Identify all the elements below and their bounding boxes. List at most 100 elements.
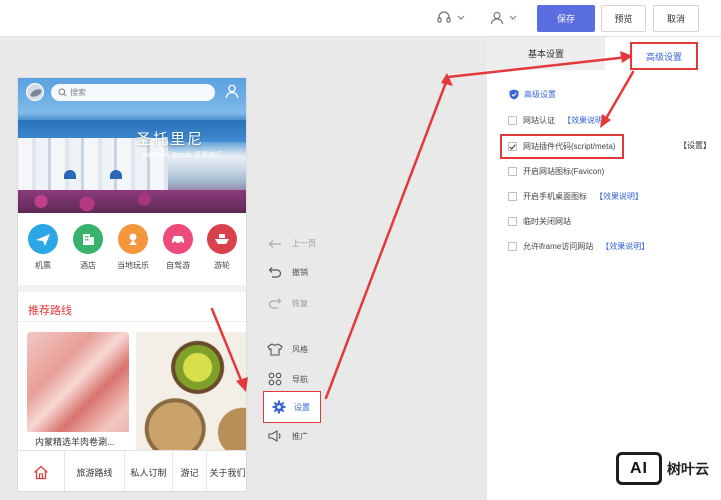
tool-label: 导航 (292, 374, 308, 384)
checkbox[interactable] (508, 217, 517, 226)
nav-item[interactable]: 游记 (173, 451, 207, 491)
logo-avatar[interactable] (26, 83, 44, 101)
megaphone-icon (266, 430, 284, 442)
checkbox[interactable] (508, 192, 517, 201)
checkbox[interactable] (508, 167, 517, 176)
nav-item[interactable]: 关于我们 (207, 451, 246, 491)
ai-logo: AI (616, 452, 662, 485)
watermark-brand: 树叶云 (667, 460, 709, 477)
route-card[interactable] (136, 332, 246, 450)
tool-label: 推广 (292, 431, 308, 441)
tool-label: 恢复 (292, 298, 308, 308)
user-icon[interactable] (225, 84, 239, 101)
check-icon (509, 143, 516, 150)
option-favicon[interactable]: 开启网站图标(Favicon) (508, 166, 604, 177)
redo-icon (266, 297, 284, 309)
banner-dome (64, 170, 76, 179)
effect-help-link[interactable]: 【效果说明】 (563, 115, 611, 126)
section-title: 高级设置 (509, 89, 556, 100)
banner-dome (110, 170, 122, 179)
quick-icon-car[interactable]: 自驾游 (156, 224, 200, 271)
redo-tool[interactable]: 恢复 (266, 297, 308, 309)
undo-tool[interactable]: 撤销 (266, 266, 308, 278)
quick-icon-label: 机票 (35, 261, 51, 270)
style-tool[interactable]: 风格 (266, 343, 308, 356)
effect-help-link[interactable]: 【效果说明】 (601, 241, 649, 252)
nav-tool[interactable]: 导航 (266, 372, 308, 386)
settings-tabs: 基本设置 高级设置 (487, 37, 721, 70)
user-icon (490, 11, 504, 25)
chevron-down-icon (509, 15, 517, 20)
route-card-caption: 内蒙精选羊肉卷涮... (27, 432, 129, 450)
option-plugin-code[interactable]: 网站插件代码(script/meta) (508, 141, 615, 152)
arrow-left-icon (266, 239, 284, 249)
cancel-button[interactable]: 取消 (653, 5, 699, 32)
tool-label: 撤销 (292, 267, 308, 277)
tool-label: 上一页 (292, 239, 316, 248)
watermark: AI 树叶云 (616, 452, 709, 485)
option-label: 允许iframe访问网站 (523, 242, 594, 251)
nav-home[interactable] (18, 451, 65, 491)
preview-button[interactable]: 预览 (601, 5, 646, 32)
search-input[interactable]: 搜索 (51, 84, 215, 101)
option-iframe[interactable]: 允许iframe访问网站 【效果说明】 (508, 241, 649, 252)
option-mobile-icon[interactable]: 开启手机桌面图标 【效果说明】 (508, 191, 643, 202)
option-label: 开启手机桌面图标 (523, 192, 587, 201)
banner-subtitle: Santorini Beach 花季旅行 (142, 152, 222, 159)
ship-icon (207, 224, 237, 254)
setting-link[interactable]: 【设置】 (679, 140, 711, 151)
quick-icon-label: 当地玩乐 (117, 261, 149, 270)
bottom-nav: 旅游路线 私人订制 游记 关于我们 (18, 450, 246, 491)
tab-basic-settings[interactable]: 基本设置 (487, 37, 605, 70)
quick-icon-plane[interactable]: 机票 (21, 224, 65, 271)
option-close-site[interactable]: 临时关闭网站 (508, 216, 571, 227)
gear-icon (270, 400, 288, 414)
option-label: 开启网站图标(Favicon) (523, 167, 605, 176)
tab-advanced-settings[interactable]: 高级设置 (630, 42, 698, 70)
quick-icon-label: 自驾游 (166, 261, 190, 270)
shield-icon (509, 89, 519, 100)
arrow-to-panel (324, 75, 450, 400)
quick-icon-hotel[interactable]: 酒店 (66, 224, 110, 271)
effect-help-link[interactable]: 【效果说明】 (595, 191, 643, 202)
quick-icon-ship[interactable]: 游轮 (200, 224, 244, 271)
promote-tool[interactable]: 推广 (266, 430, 308, 442)
hotel-icon (73, 224, 103, 254)
section-title-text: 高级设置 (524, 90, 556, 99)
fun-icon (118, 224, 148, 254)
checkbox[interactable] (508, 242, 517, 251)
option-label: 网站认证 (523, 116, 555, 125)
plane-icon (28, 224, 58, 254)
checkbox[interactable] (508, 116, 517, 125)
headset-icon (437, 11, 451, 23)
quick-icons: 机票 酒店 当地玩乐 自驾游 游轮 (18, 224, 246, 276)
checkbox-checked[interactable] (508, 142, 517, 151)
banner-title: 圣托里尼 (136, 130, 205, 148)
quick-icon-label: 游轮 (214, 261, 230, 270)
settings-panel: 基本设置 高级设置 高级设置 网站认证 【效果说明】 网站插件代码(script… (487, 37, 721, 500)
top-bar: 保存 预览 取消 (0, 0, 721, 37)
banner-flowers (18, 190, 246, 213)
undo-icon (266, 266, 284, 278)
shirt-icon (266, 343, 284, 356)
nav-item[interactable]: 私人订制 (125, 451, 173, 491)
home-icon (34, 465, 48, 480)
arrowhead (441, 73, 453, 86)
settings-tool[interactable]: 设置 (263, 391, 321, 423)
section-divider (18, 285, 246, 292)
support-dropdown[interactable] (436, 10, 466, 26)
quick-icon-fun[interactable]: 当地玩乐 (111, 224, 155, 271)
nav-item[interactable]: 旅游路线 (65, 451, 125, 491)
search-placeholder: 搜索 (70, 88, 86, 97)
chevron-down-icon (457, 15, 465, 20)
car-icon (163, 224, 193, 254)
option-label: 网站插件代码(script/meta) (523, 142, 616, 151)
route-card[interactable]: 内蒙精选羊肉卷涮... (27, 332, 129, 450)
account-dropdown[interactable] (490, 10, 518, 26)
save-button[interactable]: 保存 (537, 5, 595, 32)
option-site-auth[interactable]: 网站认证 【效果说明】 (508, 115, 611, 126)
grid-icon (266, 372, 284, 386)
prev-page-tool[interactable]: 上一页 (266, 238, 316, 249)
recommend-title: 推荐路线 (28, 305, 72, 317)
editor-tools: 上一页 撤销 恢复 风格 导航 设置 推广 (262, 0, 332, 500)
